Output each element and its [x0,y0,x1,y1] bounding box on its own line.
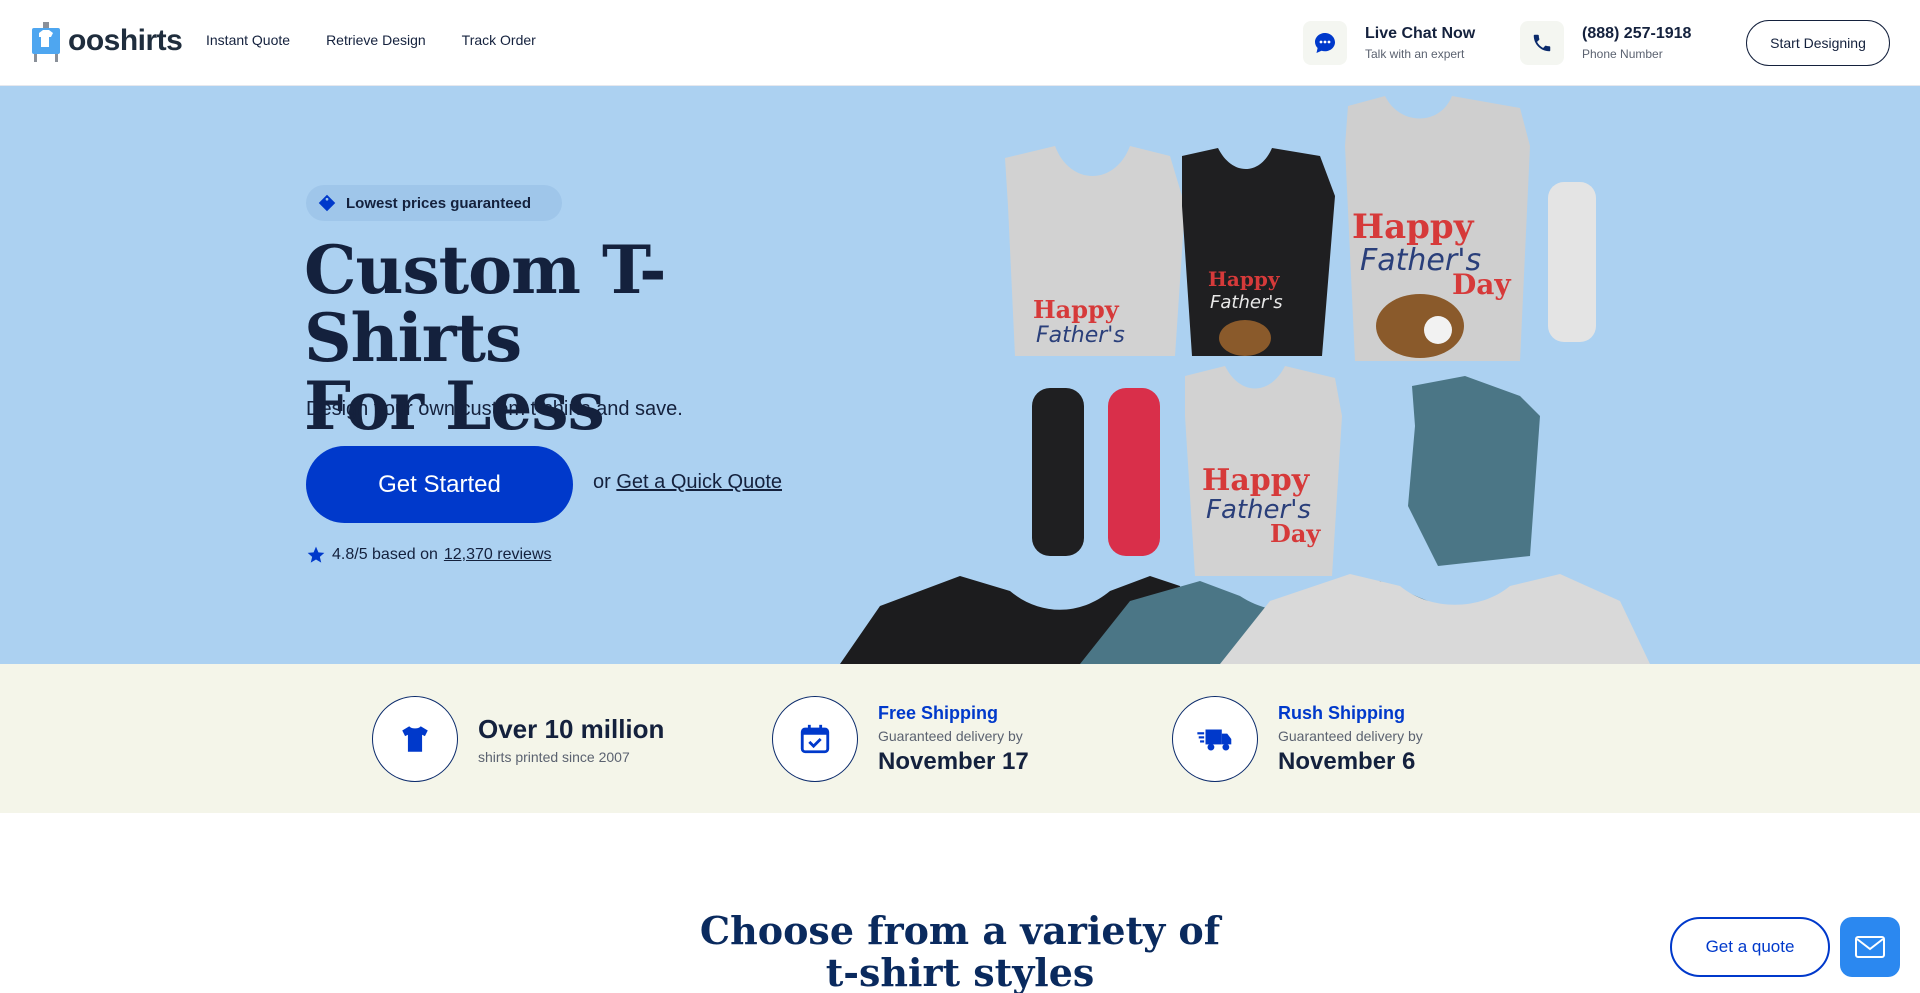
site-header: ooshirts Instant Quote Retrieve Design T… [0,0,1920,86]
chat-icon-badge [1303,21,1347,65]
chat-title: Live Chat Now [1365,25,1476,42]
stat-shirts-printed: Over 10 million shirts printed since 200… [372,696,664,782]
stat-icon-circle [372,696,458,782]
shirt-text-fathers-2: Father's [1210,292,1283,313]
get-started-button[interactable]: Get Started [306,446,573,523]
shirt-black: Happy Father's [1182,148,1335,356]
stat-free-shipping: Free Shipping Guaranteed delivery by Nov… [772,696,1029,782]
logo[interactable]: ooshirts [30,20,183,62]
rating-row: 4.8/5 based on 12,370 reviews [306,545,552,565]
shirt-heather-folded: Happy Father's Day [1185,366,1342,576]
mail-button[interactable] [1840,917,1900,977]
shirt-text-day-4: Day [1270,519,1321,548]
stat-label: Free Shipping [878,702,999,723]
stat-date: November 6 [1278,747,1416,775]
shirt-rolled-red [1108,388,1160,556]
quick-quote-prefix: or [593,471,611,493]
star-icon [307,546,325,563]
hero-subtitle: Design your own custom t-shirts and save… [306,398,683,420]
styles-section-title: Choose from a variety of t-shirt styles [0,910,1920,993]
lowest-price-pill: Lowest prices guaranteed [306,185,562,221]
shirt-text-happy-3: Happy [1352,207,1475,247]
shirt-heather-crew: Happy Father's Day [1345,96,1530,361]
shirt-text-fathers-1: Father's [1036,323,1125,348]
stat-icon-circle [772,696,858,782]
phone-icon-badge [1520,21,1564,65]
stat-label: Rush Shipping [1278,702,1405,723]
chat-icon [1315,33,1335,53]
mail-icon [1855,936,1885,958]
nav-instant-quote[interactable]: Instant Quote [206,32,290,48]
stat-icon-circle [1172,696,1258,782]
stat-date: November 17 [878,747,1029,775]
stats-band: Over 10 million shirts printed since 200… [0,664,1920,813]
section-title-line2: t-shirt styles [825,950,1095,993]
section-title-line1: Choose from a variety of [699,908,1221,953]
live-chat[interactable]: Live Chat Now Talk with an expert [1303,21,1475,65]
stat-rush-shipping: Rush Shipping Guaranteed delivery by Nov… [1172,696,1423,782]
phone-label: Phone Number [1582,47,1663,61]
stat-big: Over 10 million [478,713,665,744]
shirt-text-happy-1: Happy [1033,295,1120,324]
phone-contact[interactable]: (888) 257-1918 Phone Number [1520,21,1691,65]
start-designing-button[interactable]: Start Designing [1746,20,1890,66]
reviews-link[interactable]: 12,370 reviews [444,546,552,564]
quick-quote-row: or Get a Quick Quote [593,471,782,494]
shirt-folded-white [1548,182,1596,342]
shirt-text-happy-2: Happy [1208,267,1281,291]
phone-number: (888) 257-1918 [1582,25,1692,42]
shirt-text-happy-4: Happy [1202,463,1311,498]
hero-section: Lowest prices guaranteed Custom T-Shirts… [0,86,1920,664]
pill-text: Lowest prices guaranteed [346,194,532,212]
main-nav: Instant Quote Retrieve Design Track Orde… [206,32,536,48]
shirt-heather-vneck: Happy Father's [1005,146,1185,356]
truck-icon [1197,729,1232,751]
tshirt-product-photo: Happy Father's Happy Father's Happy Fath… [840,96,1650,664]
quick-quote-link[interactable]: Get a Quick Quote [616,471,782,493]
phone-icon [1533,34,1551,52]
shirt-stack-teal [1408,376,1540,566]
shirt-text-day-3: Day [1452,268,1511,301]
stat-small: Guaranteed delivery by [1278,727,1423,744]
hero-title-line1: Custom T-Shirts [304,231,667,377]
shirt-rolled-black [1032,388,1084,556]
logo-icon [32,22,60,62]
nav-track-order[interactable]: Track Order [462,32,536,48]
calendar-check-icon [800,724,830,754]
stat-small: shirts printed since 2007 [478,748,630,765]
logo-text: ooshirts [68,24,183,57]
price-tag-icon [318,194,336,212]
get-a-quote-button[interactable]: Get a quote [1670,917,1830,977]
nav-retrieve-design[interactable]: Retrieve Design [326,32,426,48]
stat-small: Guaranteed delivery by [878,727,1023,744]
chat-subtitle: Talk with an expert [1365,47,1465,61]
rating-text: 4.8/5 based on [332,546,438,563]
tshirt-icon [402,726,428,752]
